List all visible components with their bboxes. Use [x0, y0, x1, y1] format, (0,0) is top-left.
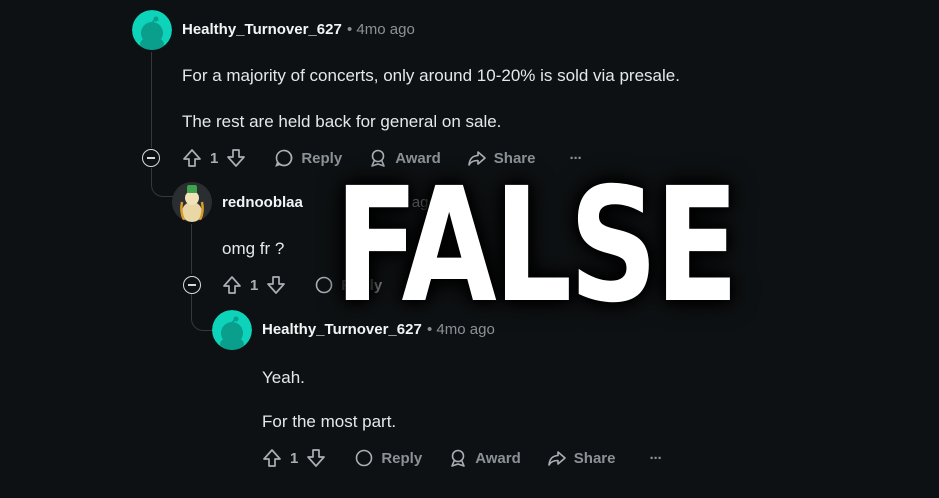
- reply-label: Reply: [381, 449, 423, 467]
- reply-button[interactable]: Reply: [354, 448, 422, 468]
- thread-elbow: [151, 168, 174, 197]
- more-icon: ···: [649, 449, 662, 467]
- award-label: Award: [475, 449, 521, 467]
- upvote-icon[interactable]: [182, 148, 202, 168]
- upvote-icon[interactable]: [262, 448, 282, 468]
- collapse-icon[interactable]: [183, 276, 201, 294]
- comment-username[interactable]: Healthy_Turnover_627: [182, 21, 342, 38]
- comment-paragraph: For a majority of concerts, only around …: [182, 66, 680, 85]
- thread-elbow: [191, 294, 214, 331]
- comment-paragraph: Yeah.: [262, 368, 305, 387]
- avatar[interactable]: [212, 310, 252, 350]
- comment-paragraph: For the most part.: [262, 412, 397, 431]
- snoo-avatar-icon: [132, 10, 172, 50]
- comment-paragraph: The rest are held back for general on sa…: [182, 112, 502, 131]
- thread-line: [191, 224, 192, 274]
- more-button[interactable]: ···: [649, 449, 662, 467]
- upvote-icon[interactable]: [222, 275, 242, 295]
- comment-thread: Healthy_Turnover_627 • 4mo ago For a maj…: [0, 0, 939, 498]
- verdict-overlay: FALSE: [334, 154, 739, 338]
- share-icon: [547, 451, 566, 466]
- reply-bubble-icon: [356, 449, 373, 467]
- award-button[interactable]: Award: [448, 448, 521, 468]
- snoo-avatar-icon: [212, 310, 252, 350]
- reply-button[interactable]: Reply: [274, 148, 342, 168]
- vote-count: 1: [210, 149, 219, 167]
- collapse-icon[interactable]: [142, 149, 160, 167]
- vote-group: 1: [262, 448, 326, 468]
- comment-action-bar: 1 Reply Award Share ···: [262, 445, 687, 471]
- custom-avatar-icon: [172, 182, 212, 222]
- comment-timestamp: • 4mo ago: [347, 21, 415, 38]
- award-icon: [451, 449, 466, 467]
- thread-line: [151, 52, 152, 148]
- reply-bubble-icon: [316, 276, 333, 294]
- comment-username[interactable]: rednooblaa: [222, 194, 303, 211]
- share-button[interactable]: Share: [547, 448, 616, 468]
- vote-count: 1: [290, 449, 299, 467]
- vote-group: 1: [182, 148, 246, 168]
- reply-bubble-icon: [275, 149, 293, 167]
- avatar[interactable]: [172, 182, 212, 222]
- comment-paragraph: omg fr ?: [222, 239, 285, 258]
- avatar[interactable]: [132, 10, 172, 50]
- vote-group: 1: [222, 275, 286, 295]
- share-label: Share: [573, 449, 616, 467]
- downvote-icon[interactable]: [266, 275, 286, 295]
- vote-count: 1: [250, 276, 259, 294]
- downvote-icon[interactable]: [306, 448, 326, 468]
- downvote-icon[interactable]: [226, 148, 246, 168]
